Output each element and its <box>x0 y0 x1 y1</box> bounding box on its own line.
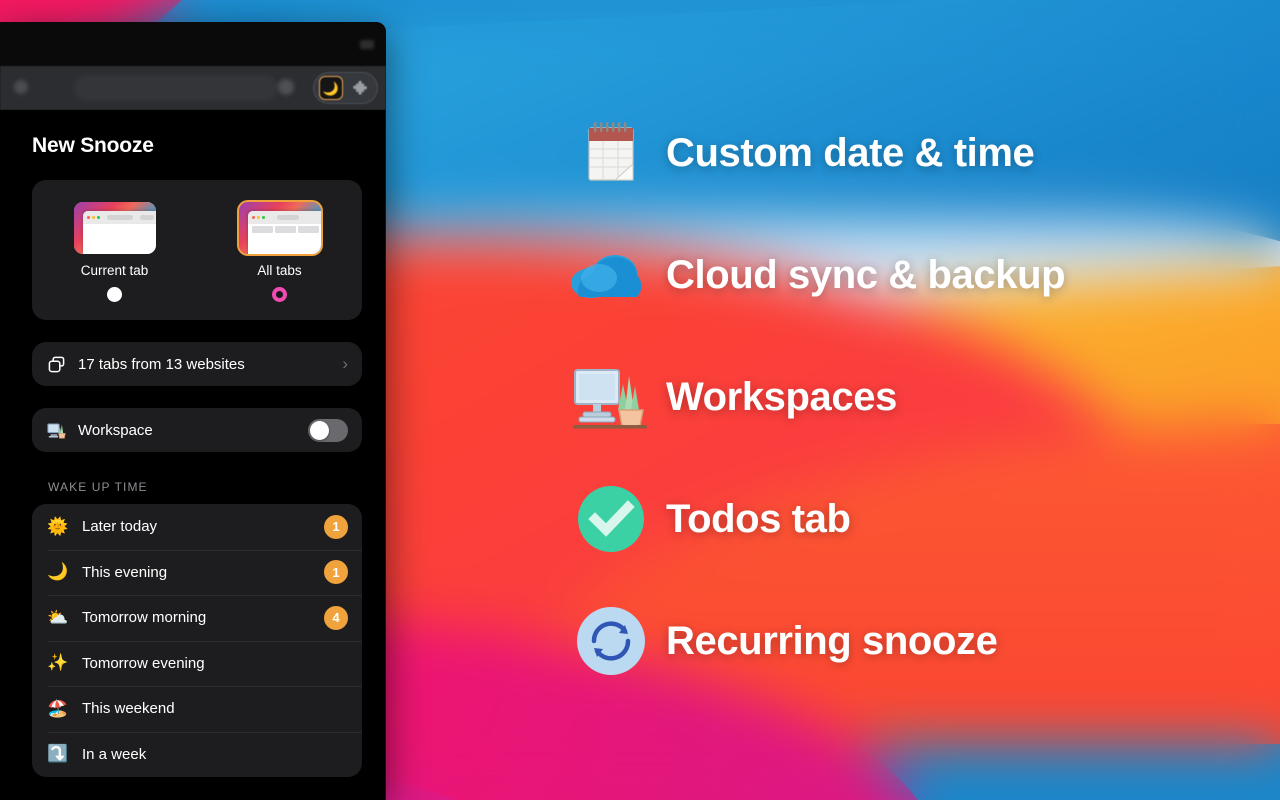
browser-titlebar <box>0 22 386 66</box>
cloud-icon <box>556 247 666 303</box>
workspace-label: Workspace <box>78 421 153 439</box>
feature-item: Recurring snooze <box>556 580 1256 702</box>
wake-row-badge: 4 <box>324 605 348 630</box>
wake-row-badge: 1 <box>324 560 348 585</box>
wake-up-time-list: 🌞 Later today 1 🌙 This evening 1 ⛅ Tomor… <box>32 504 362 777</box>
wake-row-in-a-week[interactable]: ⤵️ In a week <box>32 731 362 778</box>
scope-label: All tabs <box>257 263 302 278</box>
wake-row-this-evening[interactable]: 🌙 This evening 1 <box>32 549 362 596</box>
close-dot <box>251 216 255 219</box>
feature-list: Custom date & time Cloud sync & backup W… <box>556 92 1256 702</box>
feature-label: Workspaces <box>666 374 897 419</box>
wake-row-label: Later today <box>82 518 158 536</box>
profile-avatar[interactable] <box>278 79 294 95</box>
wake-row-label: Tomorrow evening <box>82 654 205 672</box>
scope-radio-current-tab[interactable] <box>107 287 122 302</box>
curved-arrow-icon: ⤵️ <box>47 744 69 764</box>
browser-toolbar: 🌙 <box>0 66 386 110</box>
thumbnail-window <box>247 211 321 254</box>
sun-with-face-icon: 🌞 <box>47 516 69 536</box>
page-title: New Snooze <box>32 134 154 157</box>
wake-row-label: This weekend <box>82 700 175 718</box>
thumbnail-tab <box>297 226 319 233</box>
scope-option-current-tab[interactable]: Current tab <box>32 202 197 302</box>
thumbnail-tab <box>251 226 273 233</box>
back-button[interactable] <box>14 80 28 94</box>
close-dot <box>86 216 90 219</box>
feature-item: Todos tab <box>556 458 1256 580</box>
feature-item: Workspaces <box>556 336 1256 458</box>
wake-row-badge: 1 <box>324 514 348 539</box>
wake-row-tomorrow-morning[interactable]: ⛅ Tomorrow morning 4 <box>32 595 362 641</box>
recycle-arrows-icon <box>556 605 666 677</box>
zoom-dot <box>261 216 265 219</box>
scope-radio-all-tabs[interactable] <box>272 287 287 302</box>
wake-row-later-today[interactable]: 🌞 Later today 1 <box>32 504 362 550</box>
thumbnail-toolbar <box>82 211 156 224</box>
thumbnail-tab-row <box>248 224 321 233</box>
copy-tabs-icon <box>46 356 66 373</box>
wake-row-label: In a week <box>82 745 147 763</box>
feature-label: Recurring snooze <box>666 618 998 663</box>
scope-option-all-tabs[interactable]: All tabs <box>197 200 362 302</box>
feature-label: Custom date & time <box>666 130 1035 175</box>
wake-row-label: This evening <box>82 563 168 581</box>
wake-up-time-section-label: WAKE UP TIME <box>48 480 148 494</box>
scope-label: Current tab <box>80 263 149 278</box>
thumbnail-tab-pill <box>276 215 299 220</box>
workspace-card: Workspace <box>32 408 362 452</box>
tabs-summary-card: 17 tabs from 13 websites › <box>32 342 362 386</box>
desktop-computer-icon <box>556 362 666 432</box>
feature-label: Cloud sync & backup <box>666 252 1066 297</box>
calendar-icon <box>556 120 666 186</box>
tab-strip-ghost <box>360 40 374 49</box>
feature-label: Todos tab <box>666 496 851 541</box>
crescent-moon-icon: 🌙 <box>47 562 69 582</box>
workspace-row[interactable]: Workspace <box>32 408 362 452</box>
extensions-pill: 🌙 <box>313 72 378 104</box>
snooze-scope-chooser: Current tab All tabs <box>32 180 362 320</box>
toggle-knob <box>310 420 329 440</box>
thumbnail-window <box>82 211 156 254</box>
tabs-summary-label: 17 tabs from 13 websites <box>78 355 245 373</box>
desktop-computer-icon <box>46 422 66 439</box>
panel-right-edge <box>385 110 386 800</box>
sun-behind-cloud-icon: ⛅ <box>47 607 69 627</box>
address-bar[interactable] <box>74 75 278 101</box>
workspace-toggle[interactable] <box>308 418 348 442</box>
thumbnail-tab <box>274 226 296 233</box>
wake-row-tomorrow-evening[interactable]: ✨ Tomorrow evening <box>32 640 362 687</box>
sparkles-icon: ✨ <box>47 653 69 673</box>
check-mark-icon <box>556 484 666 554</box>
wake-row-label: Tomorrow morning <box>82 609 207 627</box>
snooze-panel: New Snooze Current tab All tabs 17 tabs … <box>0 110 386 800</box>
beach-umbrella-icon: 🏖️ <box>47 698 69 718</box>
minimize-dot <box>91 216 95 219</box>
browser-window: 🌙 New Snooze Current tab All tabs 17 tab… <box>0 22 386 800</box>
thumbnail-toolbar <box>247 211 321 224</box>
all-tabs-thumbnail[interactable] <box>236 200 323 256</box>
zoom-dot <box>96 216 100 219</box>
crescent-moon-icon[interactable]: 🌙 <box>319 76 343 100</box>
thumbnail-tab-pill <box>139 215 154 220</box>
crescent-moon-glyph: 🌙 <box>322 80 340 96</box>
current-tab-thumbnail[interactable] <box>73 202 156 254</box>
feature-item: Cloud sync & backup <box>556 214 1256 336</box>
thumbnail-tab-pill <box>106 215 133 220</box>
feature-item: Custom date & time <box>556 92 1256 214</box>
puzzle-piece-icon[interactable] <box>348 76 372 100</box>
tabs-summary-row[interactable]: 17 tabs from 13 websites › <box>32 342 362 386</box>
wake-row-this-weekend[interactable]: 🏖️ This weekend <box>32 686 362 732</box>
chevron-right-icon: › <box>342 354 348 373</box>
minimize-dot <box>256 216 260 219</box>
